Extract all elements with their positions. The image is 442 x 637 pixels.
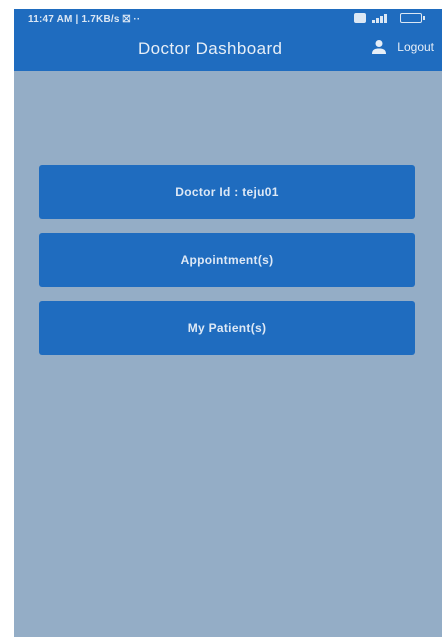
logout-button[interactable]: Logout [371,39,434,55]
logout-label: Logout [397,40,434,54]
user-icon [372,40,387,54]
doctor-id-label: Doctor Id : teju01 [175,185,279,199]
appointments-button[interactable]: Appointment(s) [39,233,415,287]
app-bar: Doctor Dashboard Logout [14,31,442,71]
device-frame: 11:47 AM | 1.7KB/s ⛝ ·· Doctor Dashboard… [0,0,442,637]
my-patients-label: My Patient(s) [187,321,267,335]
message-icon [354,13,366,23]
appointments-label: Appointment(s) [180,253,274,267]
my-patients-button[interactable]: My Patient(s) [39,301,415,355]
app-screen: 11:47 AM | 1.7KB/s ⛝ ·· Doctor Dashboard… [14,9,442,637]
signal-icon [372,13,394,23]
status-icons [354,13,425,23]
status-bar: 11:47 AM | 1.7KB/s ⛝ ·· [14,9,442,31]
doctor-id-button[interactable]: Doctor Id : teju01 [39,165,415,219]
battery-icon [400,13,425,23]
status-time: 11:47 AM | 1.7KB/s ⛝ ·· [28,14,141,25]
page-title: Doctor Dashboard [138,39,283,58]
